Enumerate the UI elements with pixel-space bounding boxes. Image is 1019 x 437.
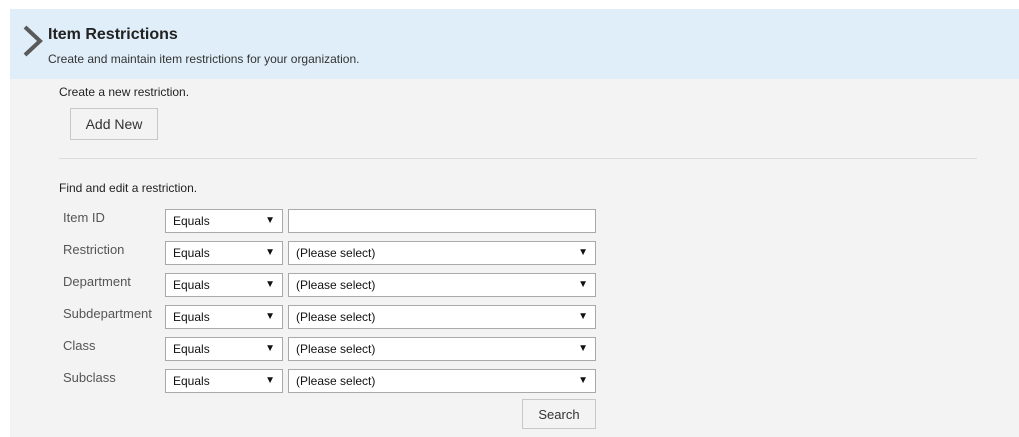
subdepartment-label: Subdepartment — [63, 306, 152, 321]
class-operator-value: Equals — [173, 342, 210, 356]
restriction-label: Restriction — [63, 242, 125, 257]
subclass-label: Subclass — [63, 370, 116, 385]
subdepartment-operator-value: Equals — [173, 310, 210, 324]
dropdown-arrow-icon: ▼ — [578, 375, 588, 386]
subclass-operator-select[interactable]: Equals ▼ — [165, 369, 283, 393]
item-id-operator-value: Equals — [173, 214, 210, 228]
restriction-value-select[interactable]: (Please select) ▼ — [288, 241, 596, 265]
add-new-button[interactable]: Add New — [70, 108, 158, 140]
dropdown-arrow-icon: ▼ — [578, 247, 588, 258]
create-instructions: Create a new restriction. — [59, 85, 190, 99]
page-subtitle: Create and maintain item restrictions fo… — [48, 52, 360, 66]
department-label: Department — [63, 274, 131, 289]
page-header — [10, 9, 1019, 79]
dropdown-arrow-icon: ▼ — [265, 247, 275, 258]
dropdown-arrow-icon: ▼ — [265, 279, 275, 290]
dropdown-arrow-icon: ▼ — [578, 279, 588, 290]
search-button[interactable]: Search — [522, 399, 596, 429]
subdepartment-value-select[interactable]: (Please select) ▼ — [288, 305, 596, 329]
class-operator-select[interactable]: Equals ▼ — [165, 337, 283, 361]
subclass-value: (Please select) — [296, 374, 376, 388]
section-divider — [59, 158, 977, 159]
department-operator-value: Equals — [173, 278, 210, 292]
class-label: Class — [63, 338, 96, 353]
restriction-operator-value: Equals — [173, 246, 210, 260]
department-value-select[interactable]: (Please select) ▼ — [288, 273, 596, 297]
department-operator-select[interactable]: Equals ▼ — [165, 273, 283, 297]
subclass-value-select[interactable]: (Please select) ▼ — [288, 369, 596, 393]
class-value: (Please select) — [296, 342, 376, 356]
item-id-input[interactable] — [288, 209, 596, 233]
restriction-value: (Please select) — [296, 246, 376, 260]
subdepartment-value: (Please select) — [296, 310, 376, 324]
class-value-select[interactable]: (Please select) ▼ — [288, 337, 596, 361]
restriction-operator-select[interactable]: Equals ▼ — [165, 241, 283, 265]
department-value: (Please select) — [296, 278, 376, 292]
page-title: Item Restrictions — [48, 26, 178, 43]
find-instructions: Find and edit a restriction. — [59, 181, 198, 195]
dropdown-arrow-icon: ▼ — [578, 343, 588, 354]
item-id-label: Item ID — [63, 210, 105, 225]
dropdown-arrow-icon: ▼ — [265, 215, 275, 226]
dropdown-arrow-icon: ▼ — [265, 343, 275, 354]
dropdown-arrow-icon: ▼ — [265, 311, 275, 322]
dropdown-arrow-icon: ▼ — [265, 375, 275, 386]
chevron-right-icon[interactable] — [20, 24, 46, 58]
dropdown-arrow-icon: ▼ — [578, 311, 588, 322]
subclass-operator-value: Equals — [173, 374, 210, 388]
item-id-operator-select[interactable]: Equals ▼ — [165, 209, 283, 233]
subdepartment-operator-select[interactable]: Equals ▼ — [165, 305, 283, 329]
